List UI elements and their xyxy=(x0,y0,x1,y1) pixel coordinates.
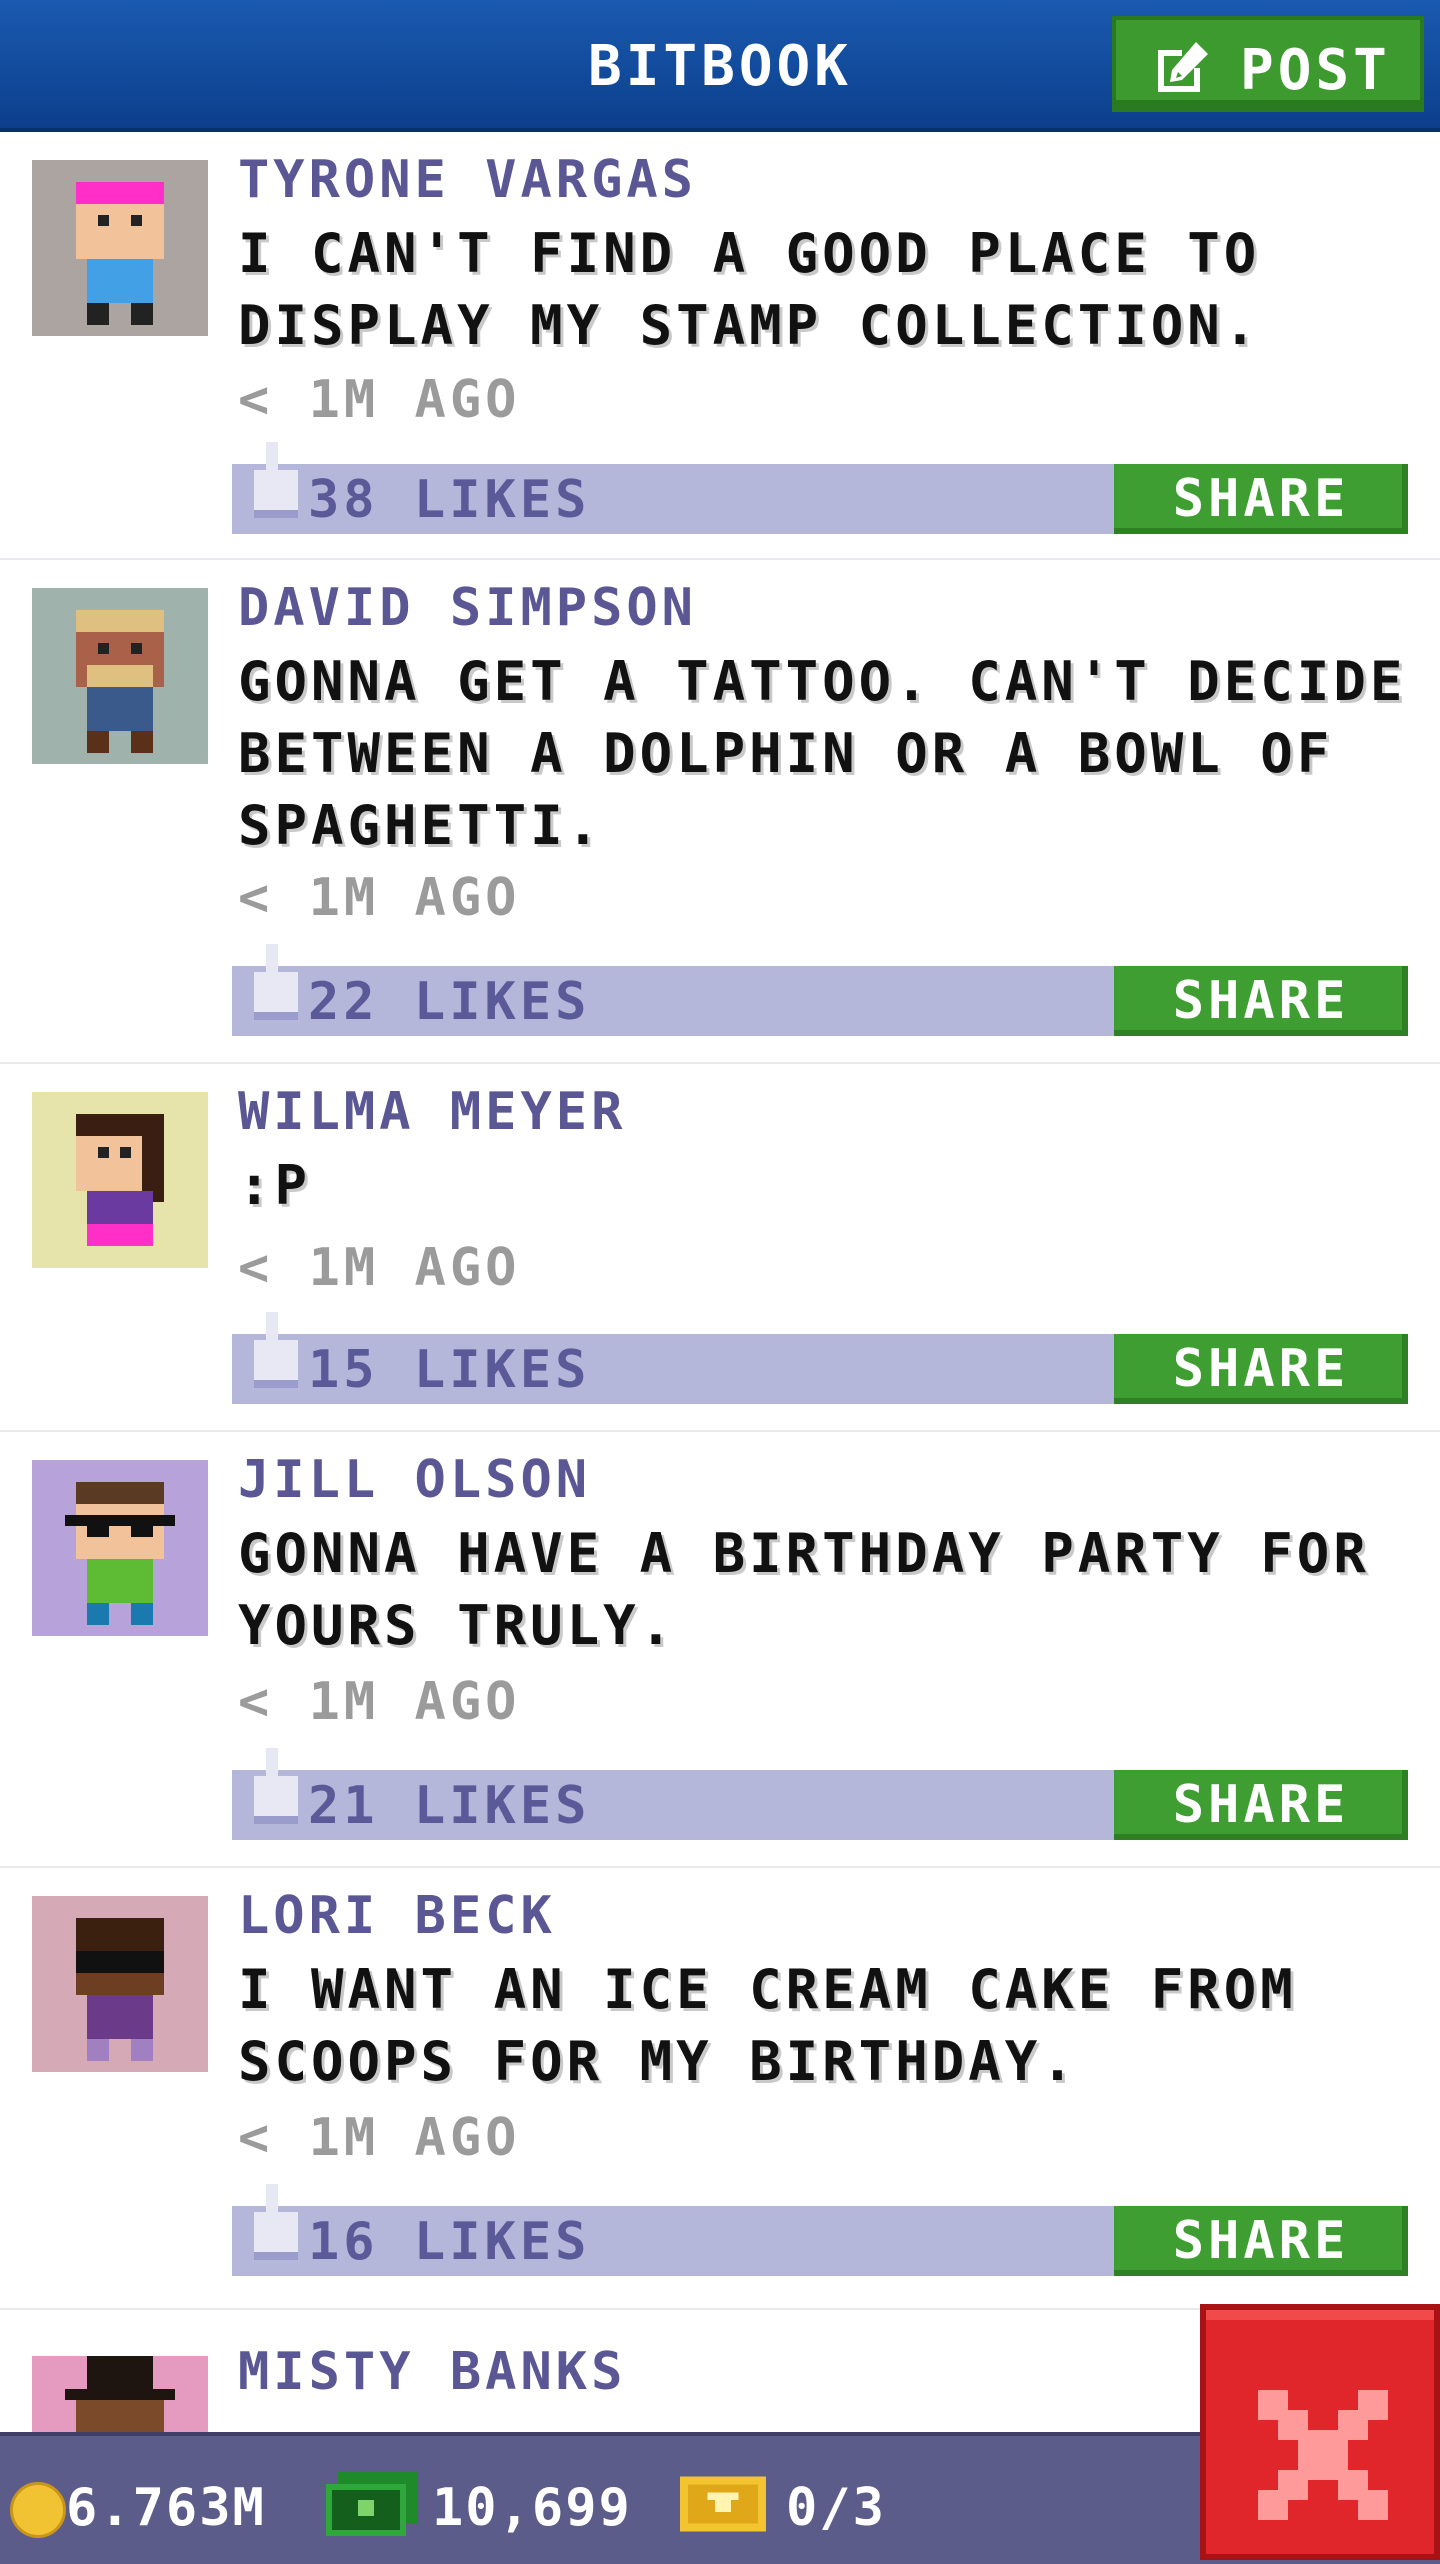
like-count: 38 LIKES xyxy=(308,470,591,530)
share-button[interactable]: SHARE xyxy=(1114,966,1408,1036)
post-button[interactable]: POST xyxy=(1112,16,1424,112)
feed-post: JILL OLSON GONNA HAVE A BIRTHDAY PARTY F… xyxy=(0,1432,1440,1874)
share-button[interactable]: SHARE xyxy=(1114,1770,1408,1840)
poster-name: WILMA MEYER xyxy=(238,1082,627,1142)
share-button[interactable]: SHARE xyxy=(1114,464,1408,534)
like-count: 16 LIKES xyxy=(308,2212,591,2272)
post-message: :P xyxy=(238,1154,312,1217)
top-bar: BITBOOK POST xyxy=(0,0,1440,132)
share-button[interactable]: SHARE xyxy=(1114,1334,1408,1404)
post-time: < 1M AGO xyxy=(238,1238,521,1298)
poster-name: LORI BECK xyxy=(238,1886,556,1946)
bux-value: 10,699 xyxy=(432,2478,632,2538)
thumbs-up-icon xyxy=(254,1312,298,1388)
post-message: GONNA HAVE A BIRTHDAY PARTY FOR YOURS TR… xyxy=(238,1522,1370,1657)
compose-icon xyxy=(1158,42,1208,92)
like-count: 22 LIKES xyxy=(308,972,591,1032)
avatar[interactable] xyxy=(32,1092,208,1268)
poster-name: DAVID SIMPSON xyxy=(238,578,697,638)
feed-post: DAVID SIMPSON GONNA GET A TATTOO. CAN'T … xyxy=(0,560,1440,1070)
like-bar: 15 LIKES SHARE xyxy=(232,1312,1408,1404)
coin-icon xyxy=(10,2482,66,2538)
like-bar: 38 LIKES SHARE xyxy=(232,442,1408,534)
thumbs-up-icon xyxy=(254,944,298,1020)
poster-name: JILL OLSON xyxy=(238,1450,592,1510)
avatar[interactable] xyxy=(32,1460,208,1636)
like-count: 15 LIKES xyxy=(308,1340,591,1400)
thumbs-up-icon xyxy=(254,2184,298,2260)
feed-post: LORI BECK I WANT AN ICE CREAM CAKE FROM … xyxy=(0,1868,1440,2316)
close-button[interactable] xyxy=(1200,2304,1440,2560)
tickets-value: 0/3 xyxy=(786,2478,886,2538)
post-message: GONNA GET A TATTOO. CAN'T DECIDE BETWEEN… xyxy=(238,650,1407,857)
thumbs-up-icon xyxy=(254,442,298,518)
poster-name: TYRONE VARGAS xyxy=(238,150,697,210)
post-label: POST xyxy=(1240,38,1391,103)
poster-name: MISTY BANKS xyxy=(238,2342,627,2402)
post-time: < 1M AGO xyxy=(238,868,521,928)
coins-value: 6.763M xyxy=(66,2478,266,2538)
post-time: < 1M AGO xyxy=(238,1672,521,1732)
post-message: I WANT AN ICE CREAM CAKE FROM SCOOPS FOR… xyxy=(238,1958,1297,2093)
like-count: 21 LIKES xyxy=(308,1776,591,1836)
like-bar: 21 LIKES SHARE xyxy=(232,1748,1408,1840)
post-feed[interactable]: TYRONE VARGAS I CAN'T FIND A GOOD PLACE … xyxy=(0,132,1440,2432)
like-bar: 22 LIKES SHARE xyxy=(232,944,1408,1036)
thumbs-up-icon xyxy=(254,1748,298,1824)
feed-post: WILMA MEYER :P < 1M AGO 15 LIKES SHARE xyxy=(0,1064,1440,1438)
post-time: < 1M AGO xyxy=(238,2108,521,2168)
avatar[interactable] xyxy=(32,2356,208,2432)
share-button[interactable]: SHARE xyxy=(1114,2206,1408,2276)
avatar[interactable] xyxy=(32,160,208,336)
post-message: I CAN'T FIND A GOOD PLACE TO DISPLAY MY … xyxy=(238,222,1261,357)
bux-icon xyxy=(326,2472,418,2536)
avatar[interactable] xyxy=(32,1896,208,2072)
close-icon xyxy=(1258,2390,1388,2520)
avatar[interactable] xyxy=(32,588,208,764)
post-time: < 1M AGO xyxy=(238,370,521,430)
ticket-icon xyxy=(680,2476,766,2532)
like-bar: 16 LIKES SHARE xyxy=(232,2184,1408,2276)
feed-post: TYRONE VARGAS I CAN'T FIND A GOOD PLACE … xyxy=(0,132,1440,566)
